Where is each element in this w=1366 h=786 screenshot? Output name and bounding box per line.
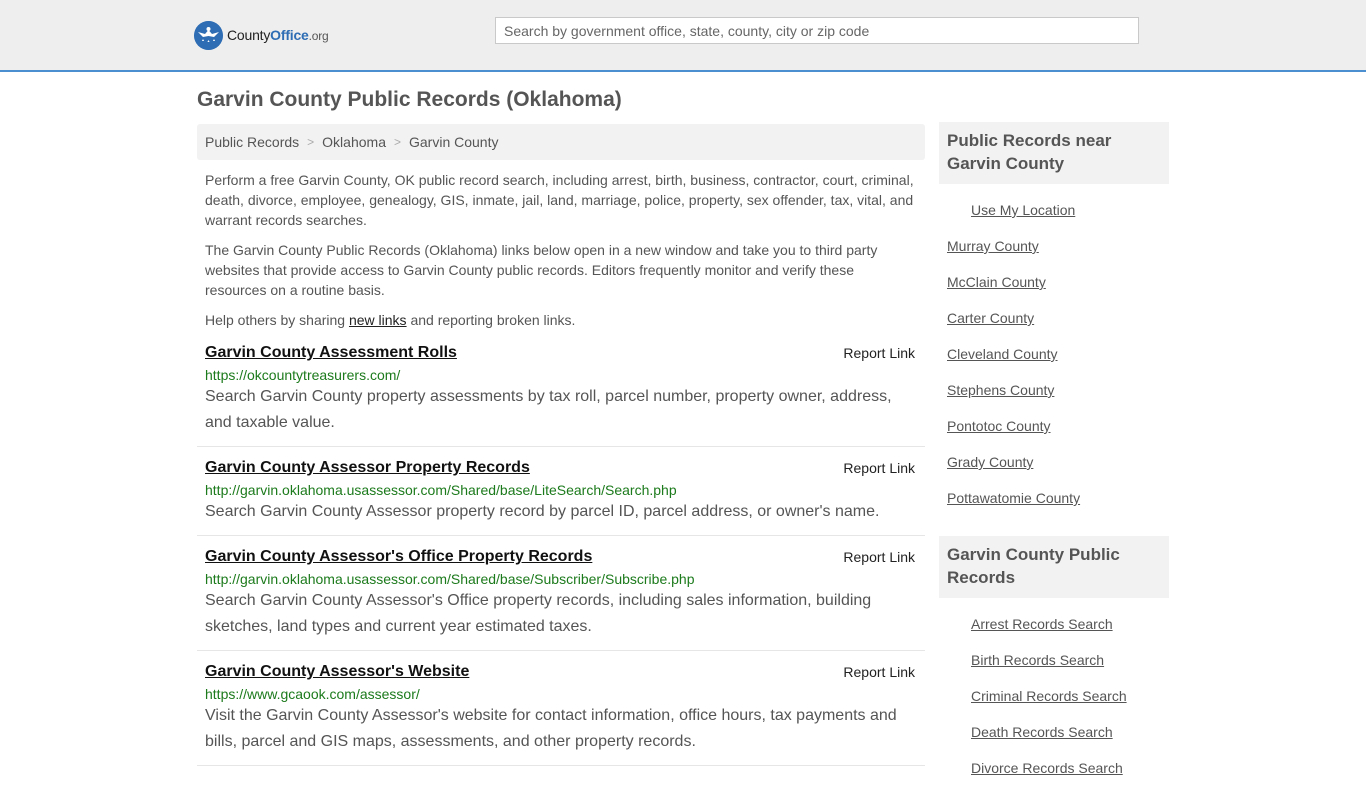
record-url: https://okcountytreasurers.com/ xyxy=(205,367,401,383)
logo-wordmark: CountyOffice.org xyxy=(227,27,329,43)
list-item: Grady County xyxy=(939,444,1169,480)
breadcrumb-separator: > xyxy=(393,135,401,149)
record-search-link[interactable]: Death Records Search xyxy=(971,724,1113,740)
share-links-paragraph: Help others by sharing new links and rep… xyxy=(205,312,576,328)
site-logo[interactable]: CountyOffice.org xyxy=(194,20,329,50)
report-link-button[interactable]: Report Link xyxy=(843,342,915,364)
list-item: Divorce Records Search xyxy=(939,750,1169,786)
breadcrumb: Public Records > Oklahoma > Garvin Count… xyxy=(197,124,925,160)
use-my-location-link[interactable]: Use My Location xyxy=(971,202,1075,218)
nearby-county-link[interactable]: Carter County xyxy=(947,310,1034,326)
intro-paragraph: Perform a free Garvin County, OK public … xyxy=(205,172,914,228)
search-input[interactable] xyxy=(495,17,1139,44)
nearby-county-link[interactable]: McClain County xyxy=(947,274,1046,290)
record-search-link[interactable]: Criminal Records Search xyxy=(971,688,1127,704)
list-item: Cleveland County xyxy=(939,336,1169,372)
list-item: McClain County xyxy=(939,264,1169,300)
breadcrumb-public-records[interactable]: Public Records xyxy=(205,134,299,150)
record-url: http://garvin.oklahoma.usassessor.com/Sh… xyxy=(205,482,677,498)
record-search-link[interactable]: Divorce Records Search xyxy=(971,760,1123,776)
county-records-heading: Garvin County Public Records xyxy=(939,536,1169,598)
nearby-county-link[interactable]: Cleveland County xyxy=(947,346,1058,362)
record-search-link[interactable]: Birth Records Search xyxy=(971,652,1104,668)
list-item: Murray County xyxy=(939,228,1169,264)
sidebar: Public Records near Garvin County Use My… xyxy=(939,122,1169,786)
record-item: Garvin County Assessment Rolls Report Li… xyxy=(197,342,925,447)
list-item: Use My Location xyxy=(939,192,1169,228)
record-description: Search Garvin County Assessor property r… xyxy=(205,503,880,520)
record-title-link[interactable]: Garvin County Assessor Property Records xyxy=(205,457,530,479)
record-search-link[interactable]: Arrest Records Search xyxy=(971,616,1113,632)
list-item: Birth Records Search xyxy=(939,642,1169,678)
nearby-county-link[interactable]: Stephens County xyxy=(947,382,1054,398)
record-url: http://garvin.oklahoma.usassessor.com/Sh… xyxy=(205,571,695,587)
breadcrumb-garvin-county[interactable]: Garvin County xyxy=(409,134,498,150)
record-item: Garvin County Assessor's Office Property… xyxy=(197,536,925,651)
list-item: Carter County xyxy=(939,300,1169,336)
nearby-county-link[interactable]: Pottawatomie County xyxy=(947,490,1080,506)
record-title-link[interactable]: Garvin County Assessment Rolls xyxy=(205,342,457,364)
intro-paragraph: The Garvin County Public Records (Oklaho… xyxy=(205,242,878,298)
record-url: https://www.gcaook.com/assessor/ xyxy=(205,686,420,702)
intro-text: Perform a free Garvin County, OK public … xyxy=(197,170,925,330)
record-description: Search Garvin County property assessment… xyxy=(205,388,892,431)
record-description: Visit the Garvin County Assessor's websi… xyxy=(205,707,897,750)
record-item: Garvin County Assessor's Website Report … xyxy=(197,651,925,766)
eagle-emblem-icon xyxy=(194,20,223,50)
site-header: CountyOffice.org xyxy=(0,0,1366,72)
list-item: Pottawatomie County xyxy=(939,480,1169,516)
breadcrumb-separator: > xyxy=(307,135,315,149)
record-title-link[interactable]: Garvin County Assessor's Website xyxy=(205,661,469,683)
nearby-county-list: Use My Location Murray County McClain Co… xyxy=(939,192,1169,516)
record-description: Search Garvin County Assessor's Office p… xyxy=(205,592,872,635)
record-item: Garvin County Assessor Property Records … xyxy=(197,447,925,536)
nearby-county-link[interactable]: Grady County xyxy=(947,454,1033,470)
list-item: Criminal Records Search xyxy=(939,678,1169,714)
breadcrumb-oklahoma[interactable]: Oklahoma xyxy=(322,134,386,150)
main-content: Public Records > Oklahoma > Garvin Count… xyxy=(197,124,925,766)
record-list: Garvin County Assessment Rolls Report Li… xyxy=(197,342,925,766)
report-link-button[interactable]: Report Link xyxy=(843,457,915,479)
nearby-records-heading: Public Records near Garvin County xyxy=(939,122,1169,184)
list-item: Death Records Search xyxy=(939,714,1169,750)
new-links-link[interactable]: new links xyxy=(349,312,407,328)
report-link-button[interactable]: Report Link xyxy=(843,546,915,568)
list-item: Stephens County xyxy=(939,372,1169,408)
list-item: Pontotoc County xyxy=(939,408,1169,444)
record-title-link[interactable]: Garvin County Assessor's Office Property… xyxy=(205,546,592,568)
county-records-list: Arrest Records Search Birth Records Sear… xyxy=(939,606,1169,786)
nearby-county-link[interactable]: Pontotoc County xyxy=(947,418,1051,434)
nearby-county-link[interactable]: Murray County xyxy=(947,238,1039,254)
page-title: Garvin County Public Records (Oklahoma) xyxy=(197,88,622,111)
list-item: Arrest Records Search xyxy=(939,606,1169,642)
report-link-button[interactable]: Report Link xyxy=(843,661,915,683)
